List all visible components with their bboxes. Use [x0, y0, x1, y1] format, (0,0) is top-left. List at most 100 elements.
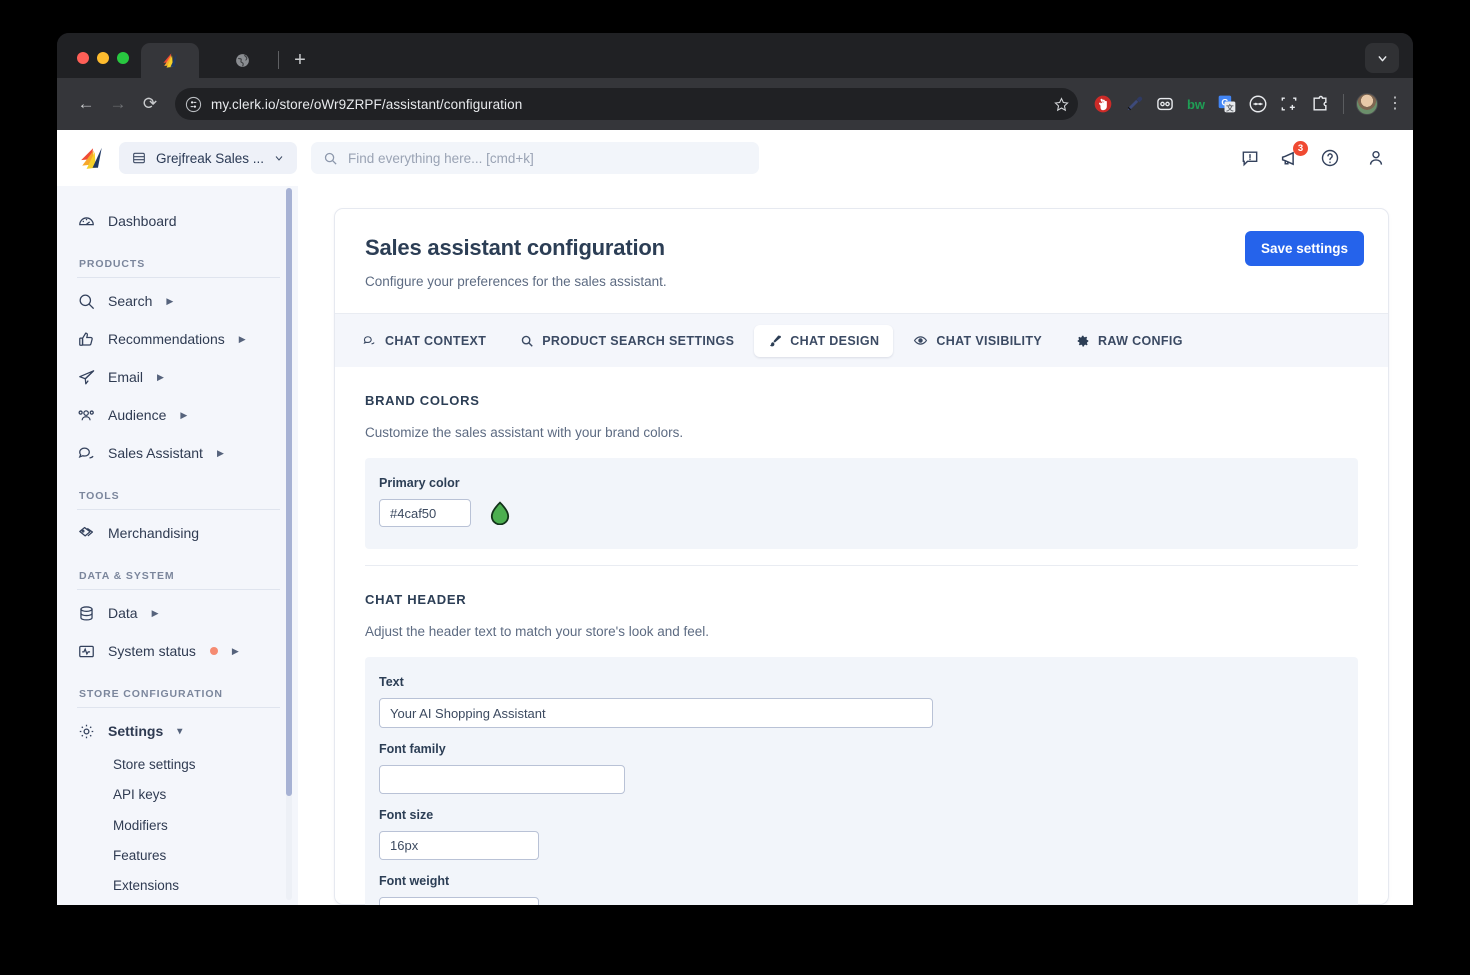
section-description: Adjust the header text to match your sto…	[365, 624, 710, 639]
sidebar-item-email[interactable]: Email ▶	[77, 358, 280, 396]
kebab-menu-icon[interactable]: ⋮	[1387, 96, 1403, 111]
extensions-puzzle-icon[interactable]	[1309, 93, 1331, 115]
tab-label: CHAT CONTEXT	[385, 333, 487, 348]
announcements-megaphone-icon[interactable]: 3	[1279, 141, 1308, 169]
sidebar-item-label: Sales Assistant	[108, 445, 203, 461]
search-icon	[79, 294, 95, 309]
tab-product-search-settings[interactable]: PRODUCT SEARCH SETTINGS	[506, 325, 748, 357]
gear-icon	[1077, 335, 1089, 346]
font-size-input[interactable]: 16px	[379, 831, 539, 860]
sidebar-item-dashboard[interactable]: Dashboard	[77, 202, 280, 240]
sidebar-item-audience[interactable]: Audience ▶	[77, 396, 280, 434]
text-field-label: Text	[379, 675, 404, 689]
sidebar-divider	[77, 509, 280, 510]
minimize-window-button[interactable]	[97, 52, 109, 64]
address-bar[interactable]: my.clerk.io/store/oWr9ZRPF/assistant/con…	[175, 88, 1078, 120]
page-settings-icon[interactable]	[185, 96, 202, 113]
sidebar-item-label: Merchandising	[108, 525, 200, 541]
font-size-label: Font size	[379, 808, 434, 822]
expand-caret-icon: ▶	[231, 645, 239, 656]
color-drop-icon[interactable]	[489, 501, 511, 525]
new-tab-button[interactable]: +	[286, 46, 314, 74]
global-search-input[interactable]: Find everything here... [cmd+k]	[311, 142, 760, 174]
sidebar-subitem-features[interactable]: Features	[77, 841, 280, 871]
status-indicator-dot	[209, 647, 218, 655]
clerk-logo[interactable]	[79, 145, 105, 171]
web-page: Grejfreak Sales ... Find everything here…	[57, 130, 1413, 905]
sidebar-item-label: Email	[108, 369, 144, 385]
font-family-input[interactable]	[379, 765, 625, 794]
browser-profile-avatar[interactable]	[1356, 93, 1378, 115]
reload-button[interactable]: ⟳	[135, 89, 165, 119]
sidebar-item-search[interactable]: Search ▶	[77, 282, 280, 320]
sidebar-divider	[77, 589, 280, 590]
sidebar-subitem-modifiers[interactable]: Modifiers	[77, 811, 280, 841]
screenshot-icon[interactable]	[1278, 93, 1300, 115]
feedback-icon[interactable]	[1239, 147, 1261, 169]
sidebar-subitem-email-configuration[interactable]: Email configuration	[77, 901, 280, 905]
dashboard-gauge-icon	[79, 216, 94, 225]
configuration-card: Sales assistant configuration Configure …	[334, 208, 1389, 905]
tab-raw-config[interactable]: RAW CONFIG	[1062, 325, 1197, 357]
back-button[interactable]: ←	[71, 89, 101, 119]
tab-label: CHAT VISIBILITY	[936, 333, 1043, 348]
star-icon[interactable]	[1053, 96, 1070, 113]
chat-header-panel: Text Your AI Shopping Assistant Font fam…	[365, 657, 1358, 905]
browser-tab-clerk[interactable]	[141, 43, 199, 78]
sidebar-group-products: PRODUCTS	[79, 258, 146, 270]
sidebar-subitem-extensions[interactable]: Extensions	[77, 871, 280, 901]
ublock-origin-icon[interactable]	[1092, 93, 1114, 115]
section-title: CHAT HEADER	[365, 592, 467, 607]
brand-colors-section: BRAND COLORS Customize the sales assista…	[335, 367, 1388, 566]
chat-bubbles-icon	[78, 446, 94, 458]
tab-bar: CHAT CONTEXT PRODUCT SEARCH SETTINGS CHA…	[335, 314, 1388, 367]
eye-icon	[914, 336, 928, 345]
sidebar-group-data-system: DATA & SYSTEM	[79, 570, 175, 582]
people-icon	[78, 409, 94, 420]
account-user-icon[interactable]	[1365, 147, 1387, 169]
bitwarden-icon[interactable]: bw	[1185, 93, 1207, 115]
sidebar-item-recommendations[interactable]: Recommendations ▶	[77, 320, 280, 358]
forward-button[interactable]: →	[103, 89, 133, 119]
help-circle-icon[interactable]	[1319, 147, 1341, 169]
sidebar-item-sales-assistant[interactable]: Sales Assistant ▶	[77, 434, 280, 472]
sidebar-subitem-store-settings[interactable]: Store settings	[77, 750, 280, 780]
maximize-window-button[interactable]	[117, 52, 129, 64]
database-icon	[80, 605, 93, 621]
toby-icon[interactable]	[1154, 93, 1176, 115]
window-menu-button[interactable]	[1365, 43, 1399, 73]
browser-tab-globe[interactable]	[213, 43, 271, 78]
store-selector[interactable]: Grejfreak Sales ...	[119, 142, 298, 174]
sidebar-item-settings[interactable]: Settings ▾	[77, 712, 280, 750]
page-body: Dashboard PRODUCTS Search ▶ Recommendati…	[57, 186, 1413, 905]
save-settings-button[interactable]: Save settings	[1244, 231, 1364, 266]
page-title: Sales assistant configuration	[365, 235, 665, 260]
expand-caret-icon: ▶	[157, 371, 164, 382]
tab-chat-design[interactable]: CHAT DESIGN	[754, 324, 894, 357]
sidebar-item-merchandising[interactable]: Merchandising	[77, 514, 280, 552]
sidebar-item-data[interactable]: Data ▶	[77, 594, 280, 632]
sidebar-scrollbar-thumb[interactable]	[286, 188, 292, 796]
sidebar-group-tools: TOOLS	[79, 490, 120, 502]
eyedropper-icon[interactable]	[1123, 93, 1145, 115]
sidebar-content: Dashboard PRODUCTS Search ▶ Recommendati…	[57, 202, 298, 905]
header-text-input[interactable]: Your AI Shopping Assistant	[379, 698, 933, 728]
loom-icon[interactable]	[1247, 93, 1269, 115]
tab-chat-context[interactable]: CHAT CONTEXT	[349, 325, 500, 357]
search-icon	[324, 152, 337, 165]
tab-chat-visibility[interactable]: CHAT VISIBILITY	[899, 324, 1056, 357]
section-description: Customize the sales assistant with your …	[365, 425, 684, 440]
tab-label: PRODUCT SEARCH SETTINGS	[542, 333, 735, 348]
google-translate-icon[interactable]: G文	[1216, 93, 1238, 115]
close-window-button[interactable]	[77, 52, 89, 64]
primary-color-input[interactable]: #4caf50	[379, 499, 471, 527]
font-weight-input[interactable]: normal	[379, 897, 539, 905]
toolbar-divider	[1343, 94, 1344, 114]
sidebar-item-system-status[interactable]: System status ▶	[77, 632, 280, 670]
gear-icon	[79, 724, 94, 738]
global-search-placeholder: Find everything here... [cmd+k]	[348, 150, 534, 166]
browser-extensions: bw G文 ⋮	[1088, 93, 1403, 115]
tags-icon	[79, 526, 94, 537]
sidebar-subitem-api-keys[interactable]: API keys	[77, 780, 280, 810]
sidebar-item-label: Settings	[108, 723, 164, 739]
